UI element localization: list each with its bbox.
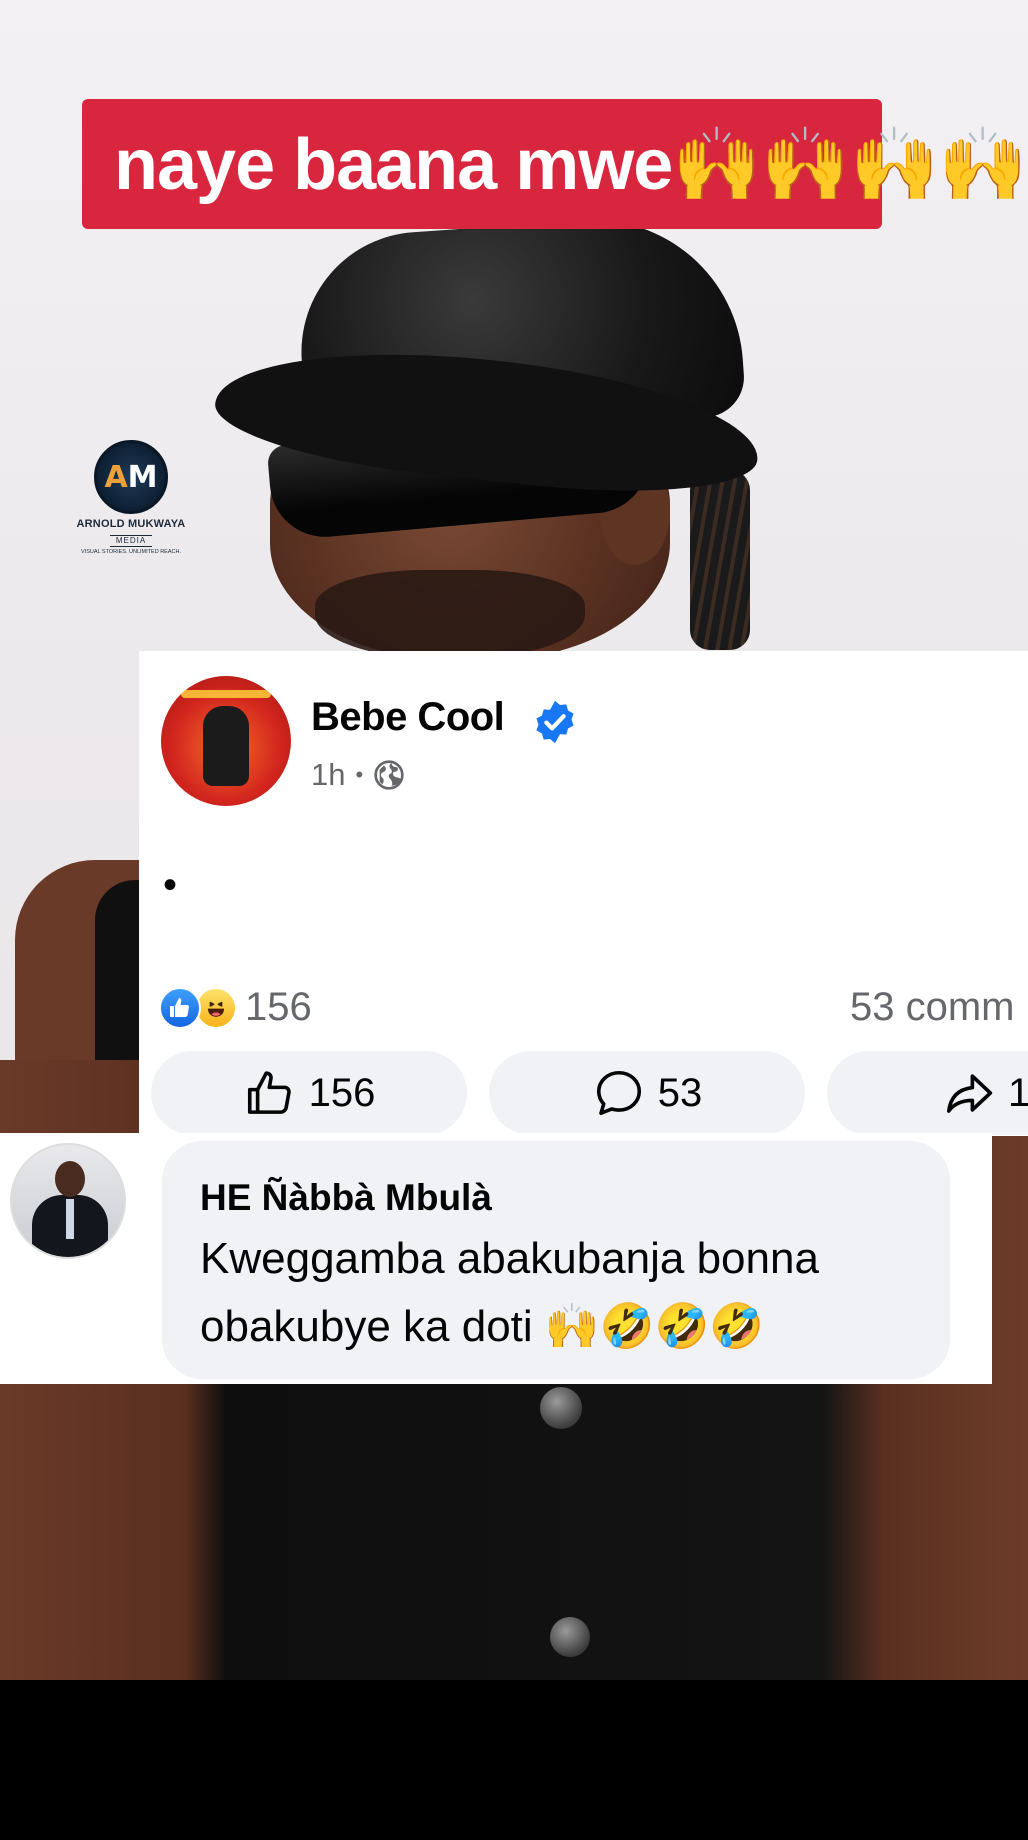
watermark-logo: AM ARNOLD MUKWAYA MEDIA VISUAL STORIES. … (68, 440, 194, 556)
share-arrow-icon (946, 1074, 993, 1113)
comment-button-count: 53 (657, 1070, 703, 1115)
comment-bubble: HE Ñàbbà Mbulà Kweggamba abakubanja bonn… (162, 1141, 950, 1379)
thumbs-up-icon (247, 1071, 291, 1114)
share-button-count: 1 (1008, 1070, 1028, 1115)
like-button[interactable]: 156 (151, 1051, 467, 1135)
watermark-sub: MEDIA (109, 535, 153, 547)
commenter-avatar[interactable] (10, 1143, 126, 1259)
verified-badge-icon (536, 700, 574, 744)
caption-banner: naye baana mwe🙌🙌🙌🙌 (82, 99, 1028, 229)
post-body-text: • (163, 863, 178, 907)
watermark-name: ARNOLD MUKWAYA (76, 518, 186, 530)
watermark-tagline: VISUAL STORIES. UNLIMITED REACH. (81, 549, 181, 555)
screen: AM ARNOLD MUKWAYA MEDIA VISUAL STORIES. … (0, 0, 1028, 1840)
like-reaction-icon (159, 986, 201, 1029)
photo-dreadlocks (690, 470, 750, 650)
post-time[interactable]: 1h (311, 757, 345, 793)
comment-bubble-icon (596, 1070, 641, 1116)
post-author-avatar[interactable] (161, 676, 291, 806)
photo-beard (315, 570, 585, 660)
comment-button[interactable]: 53 (489, 1051, 805, 1135)
photo-vest-button (540, 1387, 582, 1429)
haha-reaction-icon (195, 986, 237, 1029)
reaction-count: 156 (245, 985, 312, 1029)
reactions-summary[interactable]: 156 (159, 985, 312, 1030)
photo-vest-button (550, 1617, 590, 1657)
commenter-name[interactable]: HE Ñàbbà Mbulà (200, 1177, 916, 1219)
caption-text: naye baana mwe🙌🙌🙌🙌 (114, 124, 1028, 205)
comments-count-link[interactable]: 53 comm (850, 985, 1015, 1030)
share-button[interactable]: 1 (827, 1051, 1028, 1135)
comment-card: HE Ñàbbà Mbulà Kweggamba abakubanja bonn… (0, 1133, 992, 1384)
like-button-count: 156 (308, 1070, 376, 1115)
post-meta: 1h • (311, 757, 405, 793)
globe-icon (374, 760, 404, 790)
post-author-name[interactable]: Bebe Cool (311, 695, 505, 740)
watermark-mark-icon: AM (94, 440, 168, 514)
meta-separator: • (355, 762, 364, 787)
comment-text: Kweggamba abakubanja bonna obakubye ka d… (200, 1234, 819, 1351)
facebook-post-card: Bebe Cool 1h • • 156 53 comm 156 53 1 (139, 651, 1028, 1136)
